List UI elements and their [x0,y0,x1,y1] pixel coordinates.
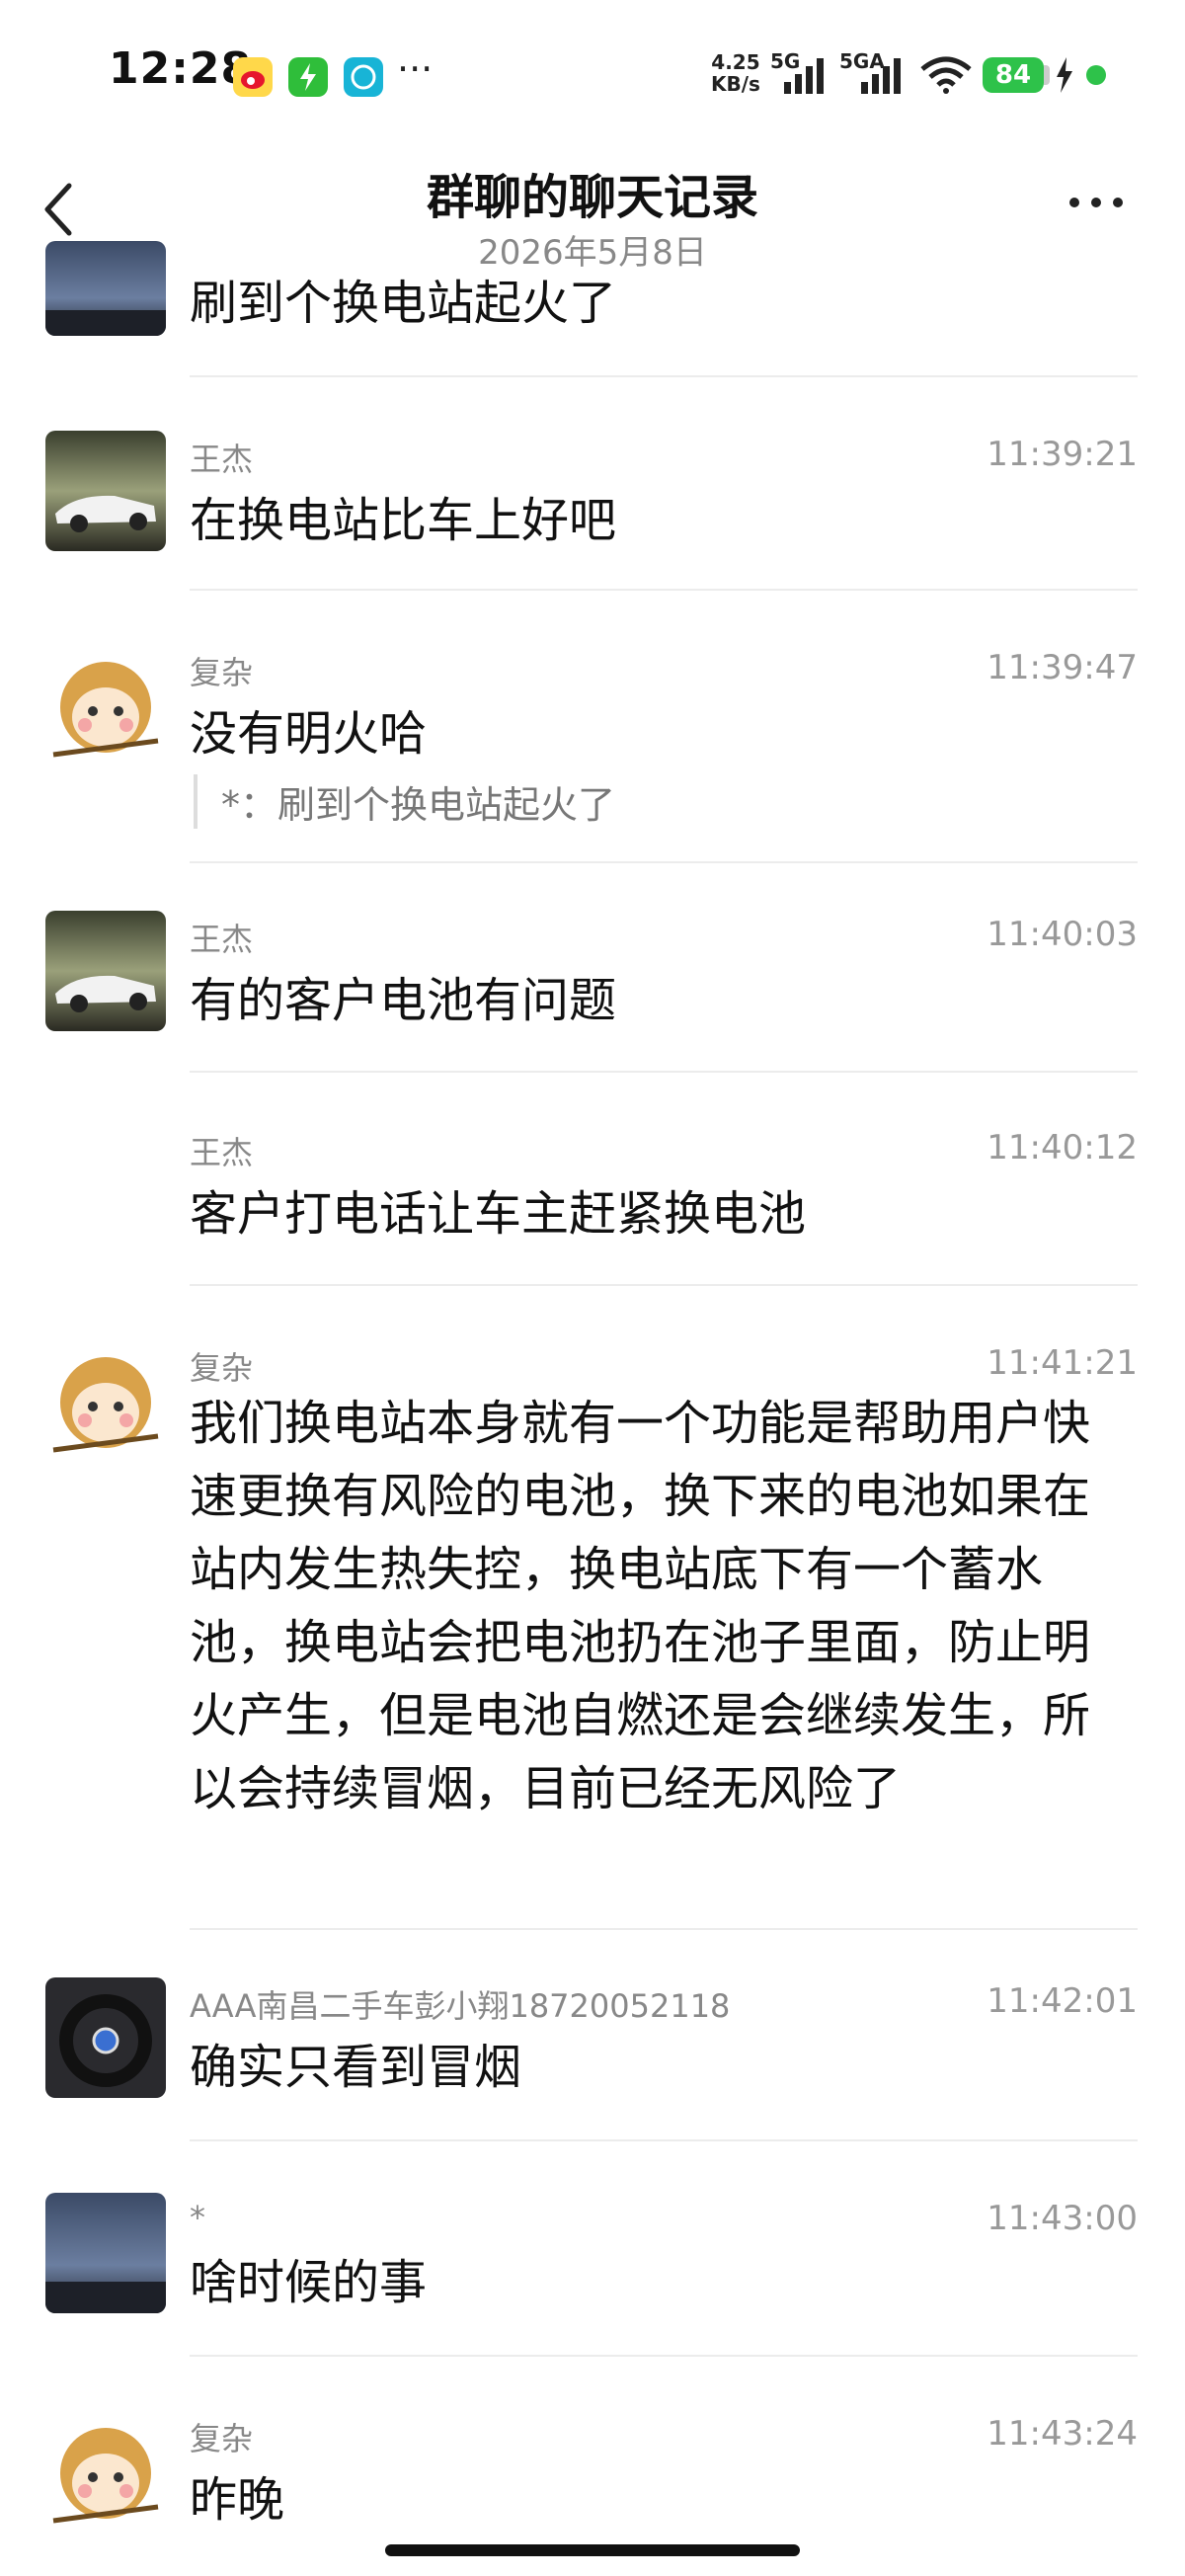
message-time: 11:43:00 [987,2199,1138,2238]
message-text: 昨晚 [190,2472,285,2528]
message-time: 11:39:47 [987,648,1138,687]
message-text: 有的客户电池有问题 [190,973,617,1028]
status-time: 12:28 [109,43,253,94]
avatar[interactable] [45,1339,166,1460]
divider [190,1071,1138,1073]
privacy-indicator [1086,65,1106,85]
divider [190,375,1138,377]
network-speed: 4.25 KB/s [711,51,760,95]
avatar[interactable] [45,2193,166,2313]
divider [190,2355,1138,2357]
avatar[interactable] [45,241,166,336]
divider [190,861,1138,863]
message-time: 11:41:21 [987,1343,1138,1383]
network-speed-value: 4.25 [711,50,760,74]
message-text: 确实只看到冒烟 [190,2040,522,2095]
divider [190,1284,1138,1286]
message-time: 11:42:01 [987,1981,1138,2021]
chat-header: 群聊的聊天记录 2026年5月8日 [0,148,1185,277]
message-time: 11:43:24 [987,2414,1138,2454]
message-time: 11:40:12 [987,1128,1138,1167]
app-icon [344,57,383,97]
sender-name: AAA南昌二手车彭小翔18720052118 [190,1987,731,2025]
avatar[interactable] [45,911,166,1031]
signal-2-icon [861,58,901,94]
charging-icon [1057,57,1072,93]
status-bar: 12:28 ··· 4.25 KB/s 5G 5GA 84 [0,0,1185,148]
avatar[interactable] [45,2410,166,2531]
message-text: 客户打电话让车主赶紧换电池 [190,1186,807,1242]
avatar[interactable] [45,644,166,765]
sender-name: 复杂 [190,1349,254,1387]
sender-name: 王杰 [190,921,254,958]
message-time: 11:39:21 [987,435,1138,474]
wifi-icon [920,56,972,94]
message-text: 我们换电站本身就有一个功能是帮助用户快速更换有风险的电池，换下来的电池如果在站内… [190,1396,1091,1816]
more-notifications-icon: ··· [397,47,434,91]
sender-name: 王杰 [190,1134,254,1171]
message-time: 11:40:03 [987,915,1138,954]
network-speed-unit: KB/s [711,72,760,96]
home-indicator[interactable] [385,2544,800,2556]
sender-name: 复杂 [190,2420,254,2457]
message-text: 啥时候的事 [190,2255,428,2310]
message-text: 刷到个换电站起火了 [190,276,617,331]
message-text: 没有明火哈 [190,706,428,762]
avatar[interactable] [45,431,166,551]
battery-level: 84 [983,57,1044,93]
page-title: 群聊的聊天记录 [426,170,758,225]
divider [190,2139,1138,2141]
signal-1-icon [784,58,824,94]
avatar[interactable] [45,1977,166,2098]
weibo-icon [233,57,273,97]
quoted-message[interactable]: *：刷到个换电站起火了 [194,774,615,829]
message-text: 在换电站比车上好吧 [190,493,617,548]
battery-saver-icon [288,57,328,97]
more-options-icon[interactable] [1066,188,1126,217]
divider [190,1928,1138,1930]
sender-name: 复杂 [190,654,254,691]
battery-tip [1044,65,1050,85]
divider [190,589,1138,591]
sender-name: 王杰 [190,441,254,478]
sender-name: * [190,2199,205,2236]
